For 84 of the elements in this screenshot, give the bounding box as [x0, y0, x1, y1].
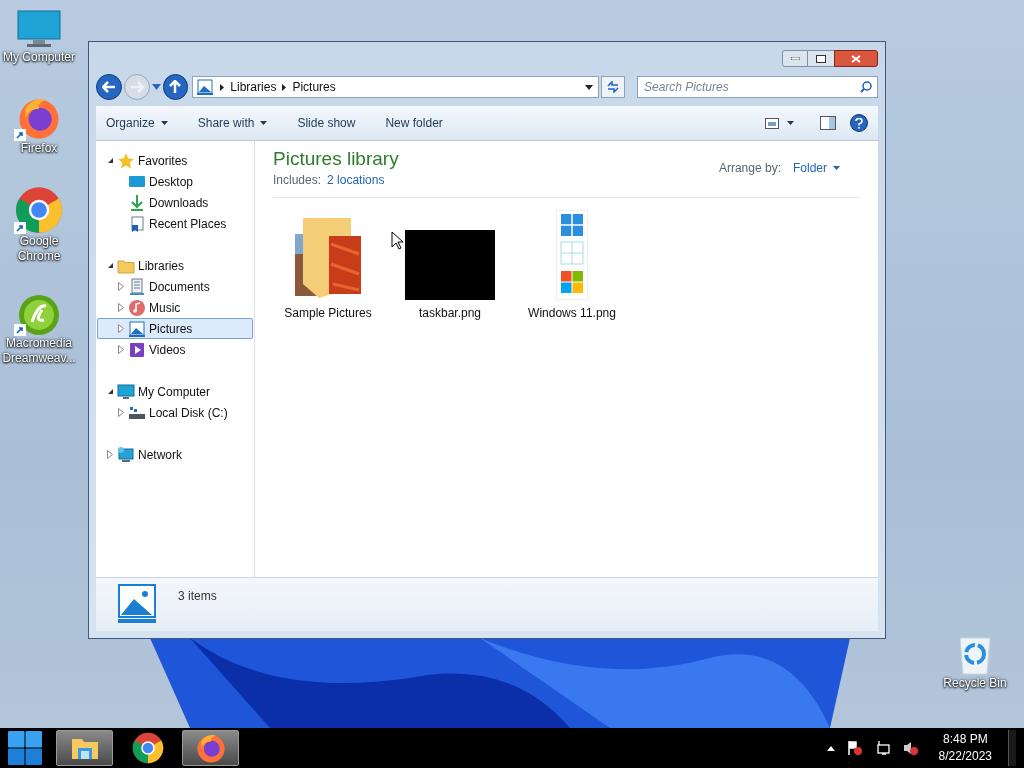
mouse-cursor-icon	[391, 231, 403, 250]
search-field[interactable]: Search Pictures	[637, 76, 878, 98]
includes-label: Includes:	[273, 172, 322, 189]
refresh-icon	[606, 81, 621, 93]
tree-item[interactable]: Downloads	[149, 193, 209, 212]
breadcrumb-item[interactable]: Pictures	[292, 78, 336, 96]
tree-item[interactable]: Videos	[149, 340, 186, 359]
selected-tree-row[interactable]: Pictures	[97, 318, 253, 339]
monitor-icon	[117, 382, 135, 401]
arrow-left-icon	[101, 81, 116, 93]
help-icon	[855, 117, 863, 129]
back-button[interactable]	[96, 74, 122, 100]
file-name[interactable]: Windows 11.png	[528, 304, 616, 322]
tree-item[interactable]: Local Disk (C:)	[149, 403, 228, 422]
picture-icon	[128, 319, 146, 338]
toolbar-button[interactable]: New folder	[385, 114, 443, 132]
breadcrumb-item[interactable]: Libraries	[230, 78, 277, 96]
windows-logo-icon	[7, 730, 43, 766]
search-icon	[860, 81, 872, 93]
chevron-up-icon[interactable]	[826, 745, 835, 751]
help-button[interactable]	[850, 114, 868, 132]
toolbar-button[interactable]: Share with	[197, 114, 268, 132]
expander-icon[interactable]	[106, 262, 114, 269]
maximize-button[interactable]	[808, 50, 834, 67]
caret-icon[interactable]	[585, 84, 594, 90]
speaker-muted-icon[interactable]	[902, 740, 919, 756]
up-button[interactable]	[162, 74, 189, 100]
caret-icon	[787, 121, 794, 125]
tree-item[interactable]: Music	[149, 298, 181, 317]
arrow-right-icon	[129, 81, 144, 93]
tree-item[interactable]: Libraries	[138, 256, 185, 275]
recycle-bin-icon	[958, 636, 992, 676]
firefox-logo-icon	[194, 732, 227, 764]
arrow-up-icon	[169, 80, 182, 94]
toolbar-button[interactable]: Slide show	[297, 114, 356, 132]
file-name[interactable]: Sample Pictures	[284, 304, 372, 322]
arrange-dropdown[interactable]: Folder	[793, 159, 840, 177]
view-button[interactable]	[765, 117, 794, 129]
item-count: 3 items	[178, 588, 217, 605]
video-icon	[128, 340, 146, 359]
tree-item[interactable]: Network	[138, 445, 182, 464]
caret-icon	[833, 166, 840, 170]
network-icon[interactable]	[874, 740, 891, 756]
tree-item[interactable]: Recent Places	[149, 214, 227, 233]
preview-pane-button[interactable]	[820, 116, 836, 130]
expander-icon[interactable]	[106, 388, 114, 395]
music-icon	[128, 298, 146, 317]
tree-item[interactable]: Favorites	[138, 151, 188, 170]
picture-icon	[118, 584, 156, 624]
refresh-button[interactable]	[601, 76, 625, 98]
file-name[interactable]: taskbar.png	[418, 304, 481, 322]
chrome-logo-icon	[15, 186, 63, 234]
tree-item[interactable]: My Computer	[138, 382, 211, 401]
tree-item[interactable]: Desktop	[149, 172, 194, 191]
close-icon	[851, 54, 861, 63]
tree-item[interactable]: Pictures	[149, 319, 193, 338]
locations-link[interactable]: 2 locations	[327, 171, 385, 189]
monitor-icon	[17, 10, 61, 50]
library-title: Pictures library	[273, 147, 399, 171]
address-bar[interactable]: Libraries Pictures	[192, 76, 600, 98]
tree-item[interactable]: Documents	[149, 277, 210, 296]
expander-icon[interactable]	[106, 157, 114, 164]
toolbar-button[interactable]: Organize	[106, 114, 168, 132]
flag-error-icon[interactable]	[846, 740, 863, 756]
pane-icon	[820, 116, 836, 130]
dreamweaver-logo-icon	[18, 294, 60, 336]
minimize-icon	[790, 57, 800, 60]
download-icon	[128, 193, 146, 212]
star-icon	[117, 151, 135, 170]
close-button[interactable]	[834, 50, 878, 67]
chrome-logo-icon	[131, 732, 164, 764]
chevron-right-icon	[282, 83, 287, 91]
clock-date: 8/22/2023	[938, 748, 992, 765]
chevron-right-icon	[220, 83, 225, 91]
clock-time: 8:48 PM	[942, 731, 988, 748]
recent-places-icon	[128, 214, 146, 233]
clock[interactable]: 8:48 PM 8/22/2023	[934, 731, 996, 765]
network-icon	[117, 445, 135, 464]
taskbar-app-button[interactable]	[56, 730, 113, 766]
document-icon	[128, 277, 146, 296]
picture-icon	[196, 78, 215, 96]
view-icon	[765, 117, 779, 129]
restore-icon	[816, 54, 826, 63]
arrange-by-label: Arrange by:	[718, 160, 781, 177]
